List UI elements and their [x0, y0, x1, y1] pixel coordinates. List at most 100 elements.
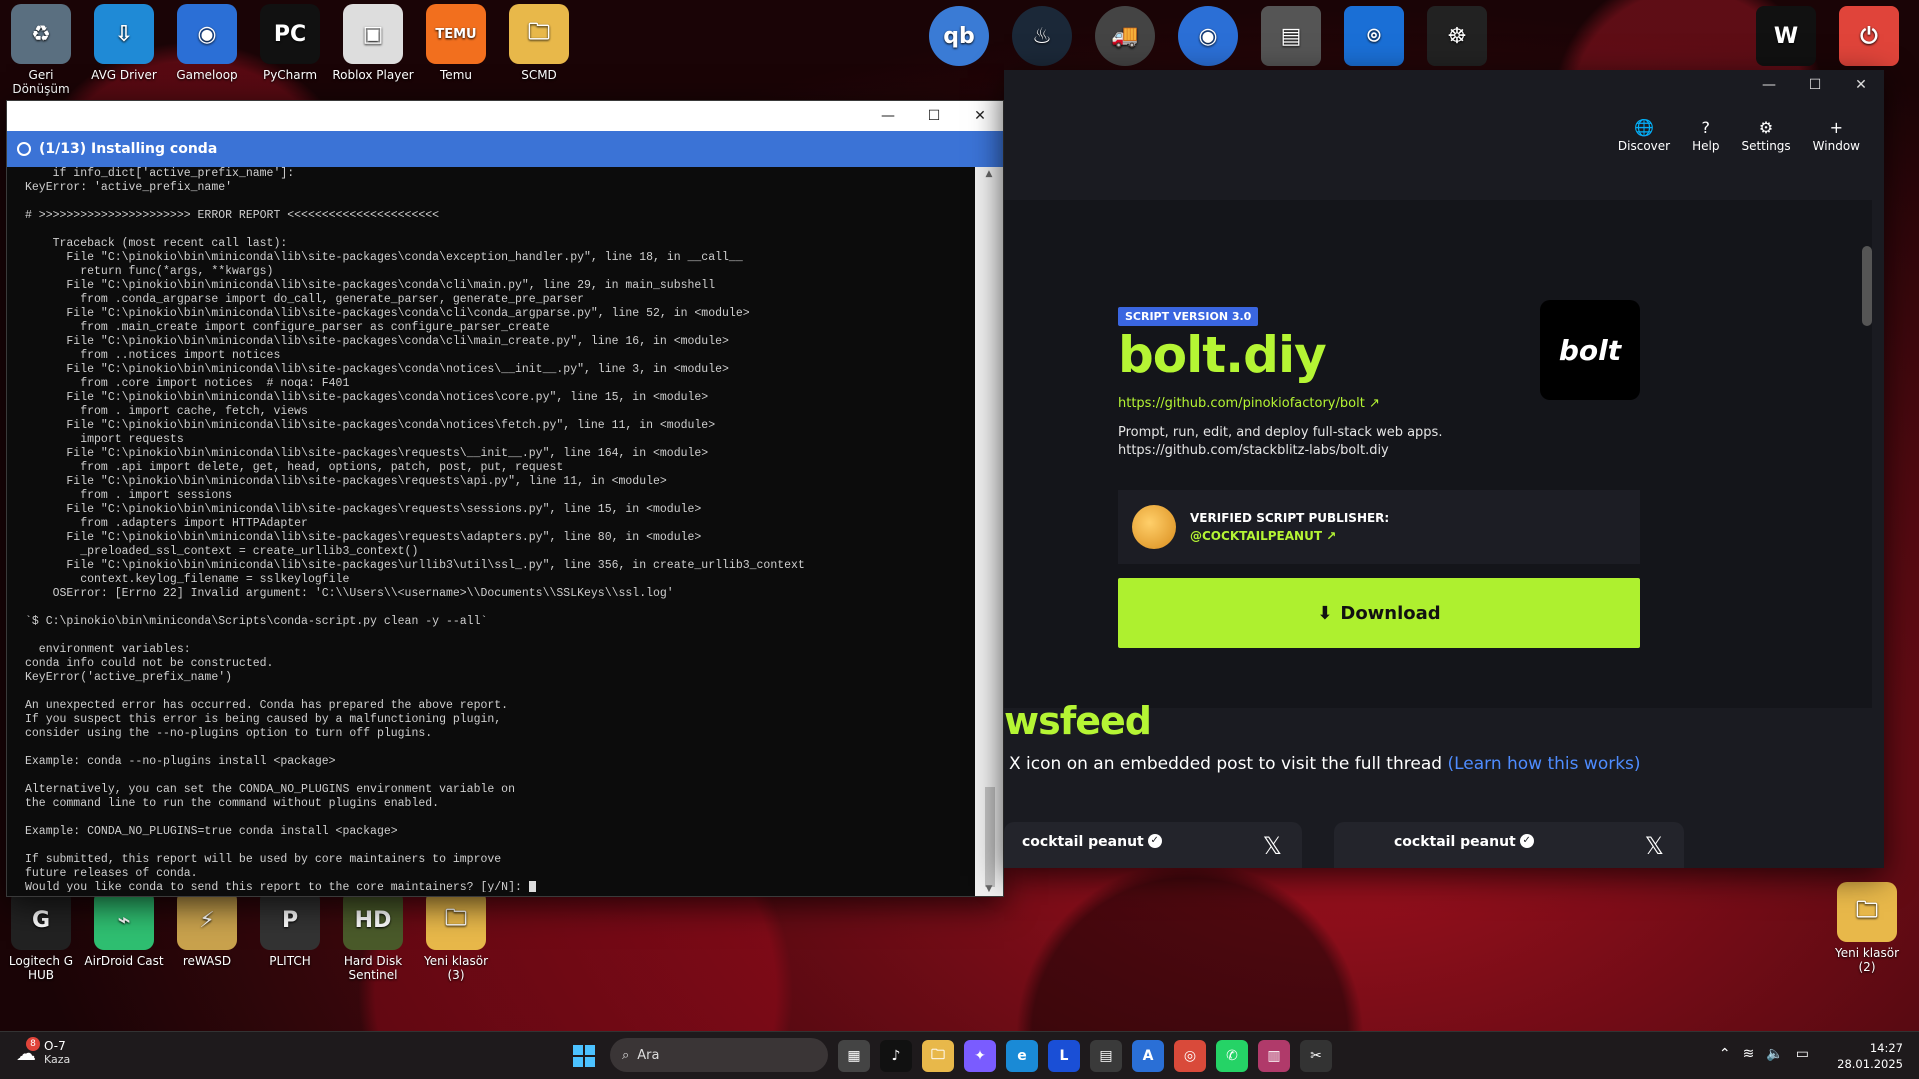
terminal-titlebar[interactable]: — ☐ ✕ [7, 101, 1003, 131]
volume-icon[interactable]: 🔈 [1766, 1046, 1783, 1062]
desktop-icon-label: Roblox Player [332, 68, 414, 82]
desktop-icon-scmd[interactable]: 🗀 SCMD [498, 4, 580, 82]
nav-discover[interactable]: 🌐 Discover [1618, 118, 1670, 153]
news-card[interactable]: cocktail peanut ✓ 𝕏 [1334, 822, 1684, 868]
wifi-icon[interactable]: ≋ [1743, 1046, 1755, 1062]
task-view-icon[interactable]: ▦ [838, 1040, 870, 1072]
octopus-icon[interactable]: ☸ [1416, 6, 1498, 70]
x-logo-icon[interactable]: 𝕏 [1263, 832, 1282, 860]
minimize-button[interactable]: — [1746, 70, 1792, 100]
edge-icon[interactable]: e [1006, 1040, 1038, 1072]
terminal-scrollbar[interactable]: ▲ ▼ [975, 167, 1003, 896]
chevron-up-icon[interactable]: ⌃ [1719, 1046, 1731, 1062]
pinokio-scrollbar[interactable] [1862, 210, 1872, 868]
taskbar: ☁ 8 O-7 Kaza ⌕ Ara ▦ ♪ 🗀 ✦ e L ▤ A ◎ ✆ ▥ ✂ ⌃ ≋ 🔈 ▭ … [0, 1031, 1919, 1079]
search-box[interactable]: ⌕ Ara [610, 1038, 828, 1072]
truck-simulator-icon-glyph: 🚚 [1095, 6, 1155, 66]
globe-icon: 🌐 [1634, 118, 1654, 137]
repo-link[interactable]: https://github.com/pinokiofactory/bolt ↗ [1118, 396, 1380, 411]
file-explorer-icon[interactable]: 🗀 [922, 1040, 954, 1072]
learn-how-link[interactable]: (Learn how this works) [1447, 754, 1640, 774]
scroll-down-icon[interactable]: ▼ [975, 884, 1003, 894]
terminal-output[interactable]: if info_dict['active_prefix_name']: KeyE… [25, 167, 969, 892]
scroll-up-icon[interactable]: ▲ [975, 169, 1003, 179]
top-nav: 🌐 Discover ? Help ⚙ Settings + Window [1618, 118, 1860, 153]
search-icon: ⌕ [622, 1047, 630, 1063]
logitech-g-hub-icon: G [11, 890, 71, 950]
pinokio-titlebar[interactable]: — ☐ ✕ [1004, 70, 1884, 100]
news-card[interactable]: cocktail peanut ✓ 𝕏 [1004, 822, 1302, 868]
terminal-scroll-thumb[interactable] [985, 787, 995, 887]
weather-widget[interactable]: ☁ 8 O-7 Kaza [16, 1036, 70, 1066]
start-button[interactable] [573, 1045, 595, 1067]
terminal-cursor [528, 881, 536, 892]
whatsapp-icon[interactable]: ✆ [1216, 1040, 1248, 1072]
chrome-icon[interactable]: ◎ [1174, 1040, 1206, 1072]
minimize-button[interactable]: — [865, 101, 911, 131]
script-version-badge: SCRIPT VERSION 3.0 [1118, 307, 1259, 326]
desktop-icon-airdroid-cast[interactable]: ⌁ AirDroid Cast [83, 890, 165, 968]
gameloop-icon[interactable]: ◉ [1167, 6, 1249, 70]
scmd-icon: 🗀 [509, 4, 569, 64]
maximize-button[interactable]: ☐ [1792, 70, 1838, 100]
qbittorrent-icon[interactable]: qb [918, 6, 1000, 70]
store-icon[interactable]: ▤ [1090, 1040, 1122, 1072]
writer-icon[interactable]: A [1132, 1040, 1164, 1072]
desktop-icon-plitch[interactable]: P PLITCH [249, 890, 331, 968]
system-tray: ⌃ ≋ 🔈 ▭ [1719, 1046, 1809, 1062]
desktop-icon-gameloop[interactable]: ◉ Gameloop [166, 4, 248, 82]
x-logo-icon[interactable]: 𝕏 [1645, 832, 1664, 860]
desktop-icon-label: AirDroid Cast [84, 954, 164, 968]
external-link-icon: ↗ [1326, 529, 1337, 543]
download-button[interactable]: ⬇ Download [1118, 578, 1640, 648]
publisher-box: VERIFIED SCRIPT PUBLISHER: @COCKTAILPEAN… [1118, 490, 1640, 564]
plitch-icon: P [260, 890, 320, 950]
avg-driver-icon: ⇩ [94, 4, 154, 64]
pinokio-scroll-thumb[interactable] [1862, 246, 1872, 326]
desktop-icon-label: PLITCH [269, 954, 311, 968]
desktop-icon-logitech-g-hub[interactable]: G Logitech G HUB [0, 890, 82, 982]
screenshot-tool-icon-glyph: ⌾ [1344, 6, 1404, 66]
screenshot-tool-icon[interactable]: ⌾ [1333, 6, 1415, 70]
desktop-icon-label: Geri Dönüşüm [12, 68, 70, 96]
yeni-klas-r-2-icon: 🗀 [1837, 882, 1897, 942]
snipping-tool-icon[interactable]: ✂ [1300, 1040, 1332, 1072]
nav-label: Settings [1741, 139, 1791, 153]
truck-simulator-icon[interactable]: 🚚 [1084, 6, 1166, 70]
desktop-icon-yeni-klas-r-2[interactable]: 🗀 Yeni klasör (2) [1826, 882, 1908, 974]
power-app-icon[interactable]: ⏻ [1828, 6, 1910, 70]
desktop-icon-hard-disk-sentinel[interactable]: HD Hard Disk Sentinel [332, 890, 414, 982]
clock[interactable]: 14:27 28.01.2025 [1837, 1040, 1903, 1072]
yeni-klas-r-3-icon: 🗀 [426, 890, 486, 950]
desktop-icon-pycharm[interactable]: PC PyCharm [249, 4, 331, 82]
pycharm-icon: PC [260, 4, 320, 64]
desktop-icon-label: Logitech G HUB [8, 954, 74, 982]
nav-settings[interactable]: ⚙ Settings [1741, 118, 1790, 153]
winrar-icon[interactable]: ▥ [1258, 1040, 1290, 1072]
tiktok-icon[interactable]: ♪ [880, 1040, 912, 1072]
close-button[interactable]: ✕ [1838, 70, 1884, 100]
virtual-machine-icon[interactable]: ▤ [1250, 6, 1332, 70]
close-button[interactable]: ✕ [957, 101, 1003, 131]
desktop-icon-avg-driver[interactable]: ⇩ AVG Driver [83, 4, 165, 82]
battery-icon[interactable]: ▭ [1796, 1046, 1809, 1062]
spinner-icon [17, 142, 31, 156]
nav-help[interactable]: ? Help [1692, 118, 1719, 153]
desktop-icon-roblox-player[interactable]: ▣ Roblox Player [332, 4, 414, 82]
nav-window[interactable]: + Window [1813, 118, 1860, 153]
desktop-icon-yeni-klas-r-3[interactable]: 🗀 Yeni klasör (3) [415, 890, 497, 982]
steam-icon[interactable]: ♨ [1001, 6, 1083, 70]
terminal-window[interactable]: — ☐ ✕ (1/13) Installing conda if info_di… [6, 100, 1004, 897]
roblox-player-icon: ▣ [343, 4, 403, 64]
copilot-icon[interactable]: ✦ [964, 1040, 996, 1072]
maximize-button[interactable]: ☐ [911, 101, 957, 131]
pinokio-window[interactable]: — ☐ ✕ 🌐 Discover ? Help ⚙ Settings + Window SCR… [1004, 70, 1884, 868]
desktop-icon-geri-d-n-m[interactable]: ♻ Geri Dönüşüm [0, 4, 82, 96]
desktop-icon-rewasd[interactable]: ⚡ reWASD [166, 890, 248, 968]
l-app-icon[interactable]: L [1048, 1040, 1080, 1072]
w-logo-icon[interactable]: W [1745, 6, 1827, 70]
publisher-handle-link[interactable]: @COCKTAILPEANUT ↗ [1190, 529, 1389, 543]
gear-icon: ⚙ [1758, 118, 1774, 137]
publisher-label: VERIFIED SCRIPT PUBLISHER: [1190, 511, 1390, 525]
desktop-icon-temu[interactable]: TEMU Temu [415, 4, 497, 82]
